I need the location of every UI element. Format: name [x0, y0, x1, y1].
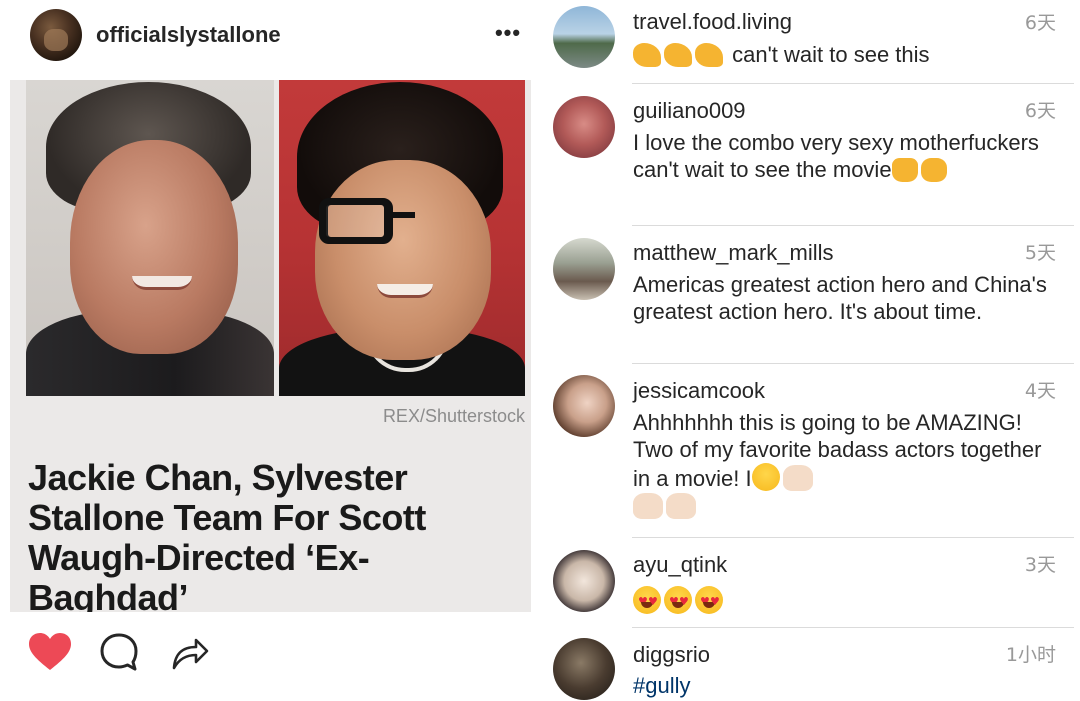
commenter-avatar[interactable]: [553, 238, 615, 300]
photo-stallone: [26, 80, 274, 396]
hashtag-link[interactable]: #gully: [633, 673, 690, 698]
raising-hands-icon: [666, 492, 696, 519]
comment-timestamp: 4天: [1024, 380, 1056, 402]
share-icon[interactable]: [170, 630, 210, 672]
comment-text: can't wait to see this: [633, 42, 1063, 69]
comment-username[interactable]: jessicamcook: [633, 378, 765, 404]
comment-body: Ahhhhhhh this is going to be AMAZING! Tw…: [633, 410, 1042, 491]
flexed-biceps-icon: [633, 42, 726, 69]
comment-timestamp: 1小时: [1005, 644, 1056, 666]
comment-timestamp: 3天: [1024, 554, 1056, 576]
heart-eyes-icon: [633, 586, 661, 616]
post-panel: officialslystallone ••• REX/Shutterstock…: [0, 0, 540, 701]
comment-text: Americas greatest action hero and China'…: [633, 272, 1047, 324]
comment-username[interactable]: guiliano009: [633, 98, 746, 124]
comment-icon[interactable]: [98, 632, 140, 674]
heart-icon[interactable]: [28, 632, 72, 672]
raising-hands-icon: [633, 492, 663, 519]
smiling-face-icon: [751, 463, 780, 491]
comment-username[interactable]: travel.food.living: [633, 9, 792, 35]
post-author-avatar[interactable]: [30, 9, 82, 61]
comment-item: matthew_mark_mills 5天 Americas greatest …: [540, 226, 1074, 364]
raising-hands-icon: [782, 465, 813, 491]
comment-body: I love the combo very sexy motherfuckers…: [633, 130, 1039, 182]
commenter-avatar[interactable]: [553, 6, 615, 68]
comment-timestamp: 6天: [1024, 100, 1056, 122]
fist-icon: [920, 157, 947, 182]
heart-eyes-icon: [695, 586, 723, 616]
comment-username[interactable]: matthew_mark_mills: [633, 240, 834, 266]
post-actions-bar: [0, 616, 540, 701]
comment-item: diggsrio 1小时 #gully: [540, 628, 1074, 701]
comment-body: can't wait to see this: [732, 42, 930, 67]
comment-timestamp: 5天: [1024, 242, 1056, 264]
photo-jackie-chan: [279, 80, 525, 396]
post-image[interactable]: REX/Shutterstock Jackie Chan, Sylvester …: [10, 80, 531, 612]
comment-item: guiliano009 6天 I love the combo very sex…: [540, 84, 1074, 226]
heart-eyes-icon: [664, 586, 692, 616]
comment-item: travel.food.living 6天 can't wait to see …: [540, 0, 1074, 84]
comment-item: ayu_qtink 3天: [540, 538, 1074, 628]
commenter-avatar[interactable]: [553, 96, 615, 158]
comment-text: [633, 586, 1063, 616]
comment-text: I love the combo very sexy motherfuckers…: [633, 130, 1063, 183]
post-headline: Jackie Chan, Sylvester Stallone Team For…: [28, 457, 426, 613]
comment-username[interactable]: ayu_qtink: [633, 552, 727, 578]
thumbs-up-icon: [891, 157, 918, 182]
photo-credit: REX/Shutterstock: [382, 406, 525, 426]
post-author-username[interactable]: officialslystallone: [96, 22, 281, 48]
comment-item: jessicamcook 4天 Ahhhhhhh this is going t…: [540, 364, 1074, 538]
comment-username[interactable]: diggsrio: [633, 642, 710, 668]
comment-text: Ahhhhhhh this is going to be AMAZING! Tw…: [633, 410, 1063, 520]
more-options-button[interactable]: •••: [488, 18, 528, 52]
post-header: officialslystallone •••: [0, 0, 540, 72]
commenter-avatar[interactable]: [553, 638, 615, 700]
comment-timestamp: 6天: [1024, 12, 1056, 34]
comment-text: #gully: [633, 673, 1063, 700]
commenter-avatar[interactable]: [553, 550, 615, 612]
comments-panel: travel.food.living 6天 can't wait to see …: [540, 0, 1080, 701]
commenter-avatar[interactable]: [553, 375, 615, 437]
